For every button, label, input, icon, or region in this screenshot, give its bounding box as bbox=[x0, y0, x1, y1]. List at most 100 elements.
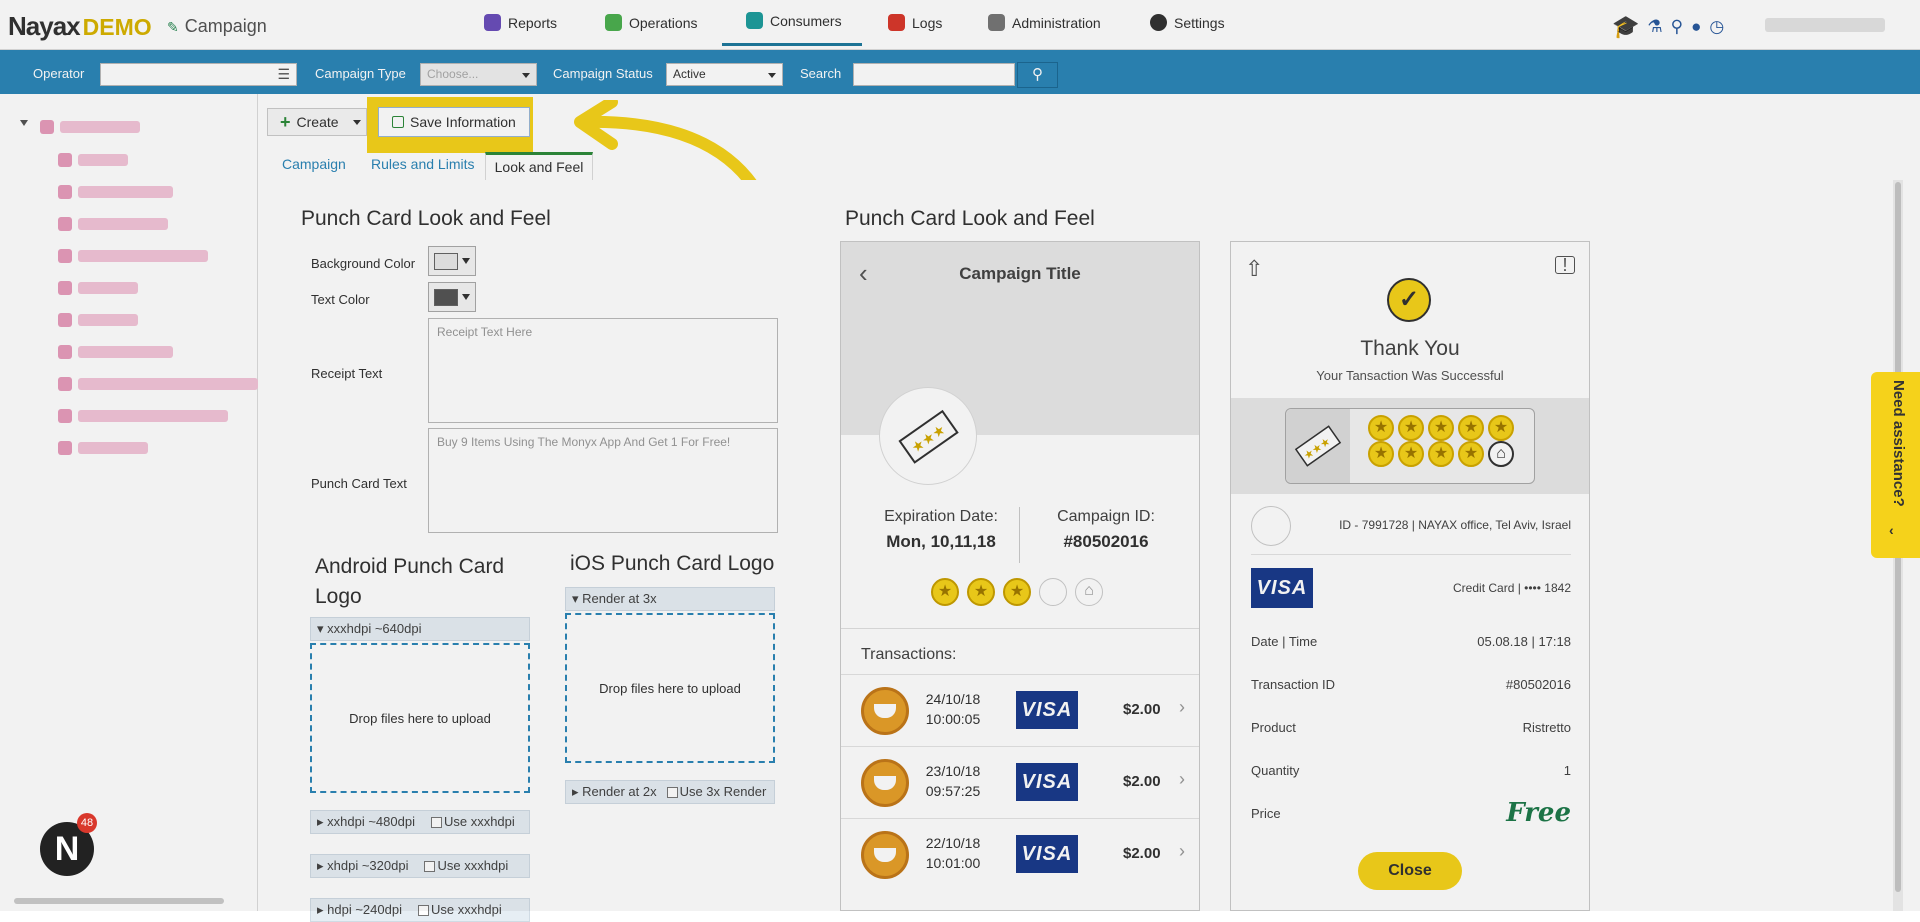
search-button[interactable]: ⚲ bbox=[1017, 62, 1058, 88]
chevron-down-icon bbox=[522, 73, 530, 78]
list-icon[interactable]: ☰ bbox=[277, 66, 290, 83]
tree-item-icon bbox=[58, 153, 72, 167]
nav-consumers[interactable]: Consumers bbox=[746, 12, 842, 29]
tree-item[interactable] bbox=[78, 346, 173, 358]
tab-campaign[interactable]: Campaign bbox=[282, 156, 346, 172]
globe-icon[interactable]: ● bbox=[1691, 17, 1701, 37]
punch-row: ★ ★ ★ ⌂ bbox=[931, 578, 1103, 606]
use-xxxhdpi-checkbox[interactable] bbox=[430, 817, 442, 829]
tab-look-and-feel[interactable]: Look and Feel bbox=[485, 152, 593, 180]
use-3x-render-checkbox[interactable] bbox=[666, 787, 678, 799]
punch-card-logo: ★★★ bbox=[879, 387, 977, 485]
tree-collapse-icon[interactable] bbox=[20, 120, 28, 126]
android-xxxhdpi-dropzone[interactable]: Drop files here to upload bbox=[310, 643, 530, 793]
android-section-hdpi[interactable]: ▸ hdpi ~240dpi Use xxxhdpi bbox=[310, 898, 530, 922]
report-icon[interactable]: ! bbox=[1555, 256, 1575, 274]
tab-rules-and-limits[interactable]: Rules and Limits bbox=[371, 156, 475, 172]
ios-section-2x[interactable]: ▸ Render at 2x Use 3x Render bbox=[565, 780, 775, 804]
tree-item[interactable] bbox=[78, 314, 138, 326]
tree-item-icon bbox=[58, 409, 72, 423]
android-section-xxxhdpi[interactable]: ▾ xxxhdpi ~640dpi bbox=[310, 617, 530, 641]
nav-reports[interactable]: Reports bbox=[484, 14, 557, 31]
operations-icon bbox=[605, 14, 622, 31]
gift-icon: ⌂ bbox=[1075, 578, 1103, 606]
clock-icon[interactable]: ◷ bbox=[1709, 17, 1724, 37]
transaction-row[interactable]: 22/10/18 10:01:00 VISA $2.00 › bbox=[841, 818, 1199, 888]
operator-input[interactable]: ☰ bbox=[100, 63, 297, 86]
need-assistance-tab[interactable]: Need assistance? ‹ bbox=[1871, 372, 1920, 558]
preview-section-title: Punch Card Look and Feel bbox=[845, 207, 1095, 230]
nav-settings[interactable]: Settings bbox=[1150, 14, 1225, 31]
text-color-picker[interactable] bbox=[428, 282, 476, 312]
save-information-button[interactable]: Save Information bbox=[378, 107, 530, 137]
gift-icon: ⌂ bbox=[1488, 441, 1514, 467]
tree-item[interactable] bbox=[78, 186, 173, 198]
tree-item[interactable] bbox=[78, 218, 168, 230]
flask-icon[interactable]: ⚗ bbox=[1647, 17, 1662, 37]
nav-logs[interactable]: Logs bbox=[888, 14, 942, 31]
star-filled-icon: ★ bbox=[967, 578, 995, 606]
module-title: ✎ Campaign bbox=[167, 16, 267, 36]
machine-location: ID - 7991728 | NAYAX office, Tel Aviv, I… bbox=[1339, 518, 1571, 532]
tree-item[interactable] bbox=[78, 410, 228, 422]
punch-card-text-input[interactable]: Buy 9 Items Using The Monyx App And Get … bbox=[428, 428, 778, 533]
top-nav-bar: Nayax DEMO ✎ Campaign Reports Operations C… bbox=[0, 0, 1920, 50]
plus-icon: + bbox=[280, 111, 291, 132]
chevron-down-icon bbox=[462, 258, 470, 264]
tree-item-icon bbox=[58, 377, 72, 391]
ios-3x-dropzone[interactable]: Drop files here to upload bbox=[565, 613, 775, 763]
tree-folder-icon bbox=[40, 120, 54, 134]
ios-section-3x[interactable]: ▾ Render at 3x bbox=[565, 587, 775, 611]
tree-item-icon bbox=[58, 249, 72, 263]
campaign-type-select[interactable]: Choose... bbox=[420, 63, 537, 86]
transaction-row[interactable]: 23/10/18 09:57:25 VISA $2.00 › bbox=[841, 746, 1199, 816]
transaction-row[interactable]: 24/10/18 10:00:05 VISA $2.00 › bbox=[841, 674, 1199, 744]
ticket-stars-icon: ★★★ bbox=[898, 409, 959, 464]
search-label: Search bbox=[800, 66, 842, 81]
close-button[interactable]: Close bbox=[1358, 852, 1462, 890]
share-icon[interactable]: ⇧ bbox=[1245, 256, 1263, 282]
transaction-date: 22/10/18 bbox=[925, 835, 981, 851]
android-section-xxhdpi[interactable]: ▸ xxhdpi ~480dpi Use xxxhdpi bbox=[310, 810, 530, 834]
tree-item[interactable] bbox=[78, 154, 128, 166]
star-filled-icon: ★ bbox=[1368, 441, 1394, 467]
transaction-time: 10:01:00 bbox=[925, 855, 981, 871]
search-input[interactable] bbox=[853, 63, 1015, 86]
graduation-cap-icon[interactable]: 🎓 bbox=[1612, 14, 1639, 40]
sidebar-horizontal-scrollbar[interactable] bbox=[14, 898, 224, 904]
background-color-picker[interactable] bbox=[428, 246, 476, 276]
nav-operations[interactable]: Operations bbox=[605, 14, 697, 31]
user-menu[interactable] bbox=[1765, 18, 1885, 32]
campaign-status-select[interactable]: Active bbox=[666, 63, 783, 86]
logs-icon bbox=[888, 14, 905, 31]
star-filled-icon: ★ bbox=[1398, 415, 1424, 441]
visa-card-icon: VISA bbox=[1016, 763, 1078, 801]
use-xxxhdpi-checkbox[interactable] bbox=[424, 861, 436, 873]
search-icon[interactable]: ⚲ bbox=[1671, 17, 1683, 37]
tree-item[interactable] bbox=[78, 442, 148, 454]
visa-card-icon: VISA bbox=[1016, 835, 1078, 873]
credit-card-text: Credit Card | •••• 1842 bbox=[1453, 581, 1571, 595]
caret-right-icon: ▸ bbox=[317, 902, 328, 917]
campaign-icon: ✎ bbox=[167, 19, 179, 35]
tree-item-icon bbox=[58, 345, 72, 359]
tree-item[interactable] bbox=[60, 121, 140, 133]
transaction-time: 09:57:25 bbox=[925, 783, 981, 799]
tree-item[interactable] bbox=[78, 378, 258, 390]
tree-item[interactable] bbox=[78, 250, 208, 262]
campaign-tree-sidebar bbox=[0, 94, 258, 911]
star-empty-icon bbox=[1039, 578, 1067, 606]
receipt-text-input[interactable]: Receipt Text Here bbox=[428, 318, 778, 423]
notification-badge[interactable]: 48 bbox=[77, 813, 97, 833]
divider bbox=[1019, 507, 1020, 563]
visa-card-icon: VISA bbox=[1016, 691, 1078, 729]
expiration-value: Mon, 10,11,18 bbox=[886, 532, 996, 551]
receipt-punch-area: ★★★ ★ ★ ★ ★ ★ ★ ★ ★ ★ ⌂ bbox=[1231, 398, 1589, 494]
tree-item-icon bbox=[58, 281, 72, 295]
tree-item[interactable] bbox=[78, 282, 138, 294]
android-section-xhdpi[interactable]: ▸ xhdpi ~320dpi Use xxxhdpi bbox=[310, 854, 530, 878]
nayax-logo[interactable]: Nayax DEMO bbox=[8, 11, 152, 42]
chevron-right-icon: › bbox=[1179, 841, 1185, 861]
nav-administration[interactable]: Administration bbox=[988, 14, 1101, 31]
create-button[interactable]: + Create bbox=[267, 108, 367, 136]
